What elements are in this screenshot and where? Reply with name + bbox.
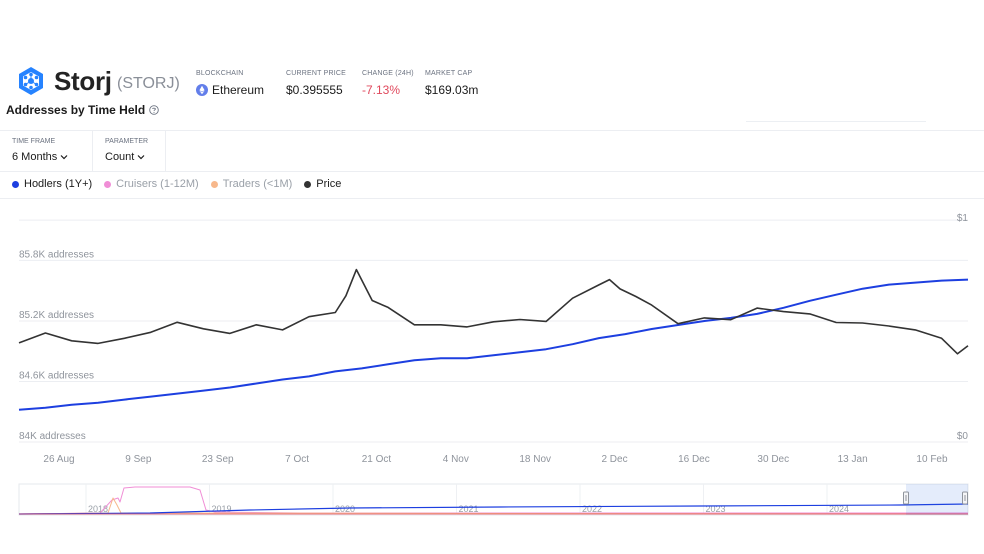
timeframe-dropdown[interactable]: TIME FRAME 6 Months xyxy=(0,131,93,171)
change-value: -7.13% xyxy=(362,83,401,97)
timeframe-value: 6 Months xyxy=(12,151,58,163)
blockchain-value-row: Ethereum xyxy=(196,83,264,97)
navigator-year-label: 2020 xyxy=(335,504,355,514)
change-stat: CHANGE (24H) -7.13% xyxy=(362,70,414,97)
blockchain-value: Ethereum xyxy=(212,83,265,97)
x-tick-label: 4 Nov xyxy=(443,454,469,465)
market-cap-value: $169.03m xyxy=(425,83,479,97)
chevron-down-icon xyxy=(137,155,145,160)
parameter-dropdown[interactable]: PARAMETER Count xyxy=(93,131,166,171)
token-name: Storj xyxy=(54,66,112,96)
navigator-year-label: 2018 xyxy=(88,504,108,514)
x-tick-label: 18 Nov xyxy=(519,454,551,465)
help-icon[interactable] xyxy=(149,105,159,115)
legend-label: Hodlers (1Y+) xyxy=(24,178,93,190)
legend-dot xyxy=(104,180,112,188)
legend-dot xyxy=(304,180,312,188)
legend-dot xyxy=(12,180,19,188)
x-tick-label: 23 Sep xyxy=(202,454,234,465)
hodlers-line xyxy=(18,278,969,411)
price-stat: CURRENT PRICE $0.395555 xyxy=(286,70,346,97)
y-tick-label: 84.6K addresses xyxy=(19,370,94,381)
market-cap-stat: MARKET CAP $169.03m xyxy=(425,70,478,97)
parameter-value: Count xyxy=(105,151,135,163)
x-tick-label: 7 Oct xyxy=(285,454,309,465)
legend-label: Price xyxy=(316,178,342,190)
x-axis-labels: 26 Aug 9 Sep 23 Sep 7 Oct 21 Oct 4 Nov 18 Nov 2… xyxy=(43,454,948,465)
change-label: CHANGE (24H) xyxy=(362,70,414,77)
y-tick-label: 84K addresses xyxy=(19,431,86,442)
x-tick-label: 30 Dec xyxy=(757,454,789,465)
legend-item-price[interactable]: Price xyxy=(304,178,341,190)
divider xyxy=(746,121,926,122)
chart-grid xyxy=(19,219,968,443)
blockchain-stat: BLOCKCHAIN Ethereum xyxy=(196,70,264,97)
range-navigator[interactable]: 2018 2019 2020 2021 2022 2023 2024 xyxy=(18,483,969,516)
legend-dot xyxy=(210,180,218,188)
token-ticker: (STORJ) xyxy=(117,75,180,92)
x-tick-label: 13 Jan xyxy=(838,454,868,465)
x-tick-label: 9 Sep xyxy=(125,454,152,465)
chart-lines xyxy=(18,268,969,411)
x-tick-label: 21 Oct xyxy=(362,454,392,465)
parameter-label: PARAMETER xyxy=(105,138,149,145)
legend-label: Traders (<1M) xyxy=(222,178,293,190)
navigator-frame xyxy=(18,483,969,516)
timeframe-label: TIME FRAME xyxy=(12,138,56,145)
timeframe-value-row: 6 Months xyxy=(12,151,92,163)
storj-logo-icon xyxy=(19,67,43,95)
chevron-down-icon xyxy=(60,155,68,160)
ethereum-icon xyxy=(196,84,208,96)
market-cap-label: MARKET CAP xyxy=(425,70,473,77)
blockchain-label: BLOCKCHAIN xyxy=(196,70,244,77)
token-header: Storj (STORJ) BLOCKCHAIN Ethereum CURREN… xyxy=(0,0,984,100)
chart-controls: TIME FRAME 6 Months PARAMETER Count xyxy=(0,130,984,172)
legend-item-traders[interactable]: Traders (<1M) xyxy=(210,178,293,190)
chart-legend: Hodlers (1Y+) Cruisers (1-12M) Traders (… xyxy=(12,178,341,190)
x-tick-label: 26 Aug xyxy=(43,454,74,465)
y-tick-label: 85.8K addresses xyxy=(19,249,94,260)
y-right-tick-label: $0 xyxy=(957,431,969,442)
legend-label: Cruisers (1-12M) xyxy=(116,178,199,190)
parameter-value-row: Count xyxy=(105,151,165,163)
x-tick-label: 10 Feb xyxy=(916,454,948,465)
y-right-tick-label: $1 xyxy=(957,213,969,224)
legend-item-hodlers[interactable]: Hodlers (1Y+) xyxy=(12,178,92,190)
section-title: Addresses by Time Held xyxy=(6,103,159,117)
y-tick-label: 85.2K addresses xyxy=(19,310,94,321)
price-label: CURRENT PRICE xyxy=(286,70,347,77)
legend-item-cruisers[interactable]: Cruisers (1-12M) xyxy=(104,178,199,190)
price-value: $0.395555 xyxy=(286,83,343,97)
divider xyxy=(0,198,984,199)
x-tick-label: 2 Dec xyxy=(601,454,627,465)
price-line xyxy=(18,268,969,355)
section-title-text: Addresses by Time Held xyxy=(6,103,146,117)
x-tick-label: 16 Dec xyxy=(678,454,710,465)
addresses-chart[interactable]: 84K addresses 84.6K addresses 85.2K addres… xyxy=(0,200,984,554)
navigator-selection xyxy=(906,484,968,515)
navigator-year-label: 2021 xyxy=(459,504,479,514)
